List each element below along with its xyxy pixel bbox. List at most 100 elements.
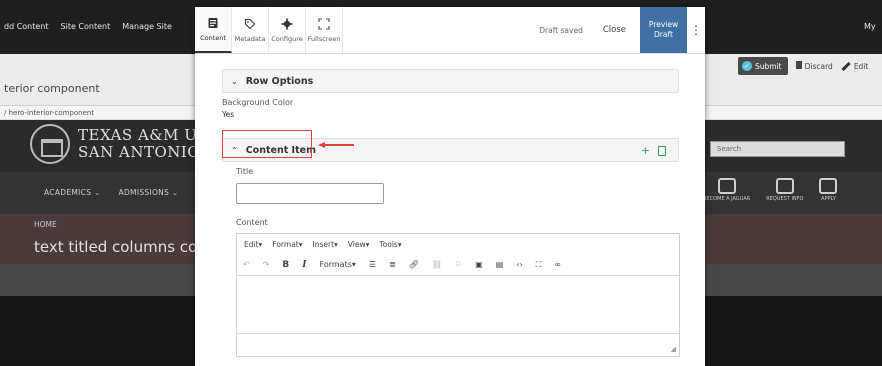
university-logo[interactable]: TEXAS A&M U SAN ANTONIO <box>30 124 200 164</box>
tab-configure-label: Configure <box>271 34 303 43</box>
tab-content-label: Content <box>200 33 226 42</box>
site-search-input[interactable]: Search <box>710 141 845 157</box>
site-nav-icons: BECOME A JAGUAR REQUEST INFO APPLY <box>703 178 838 202</box>
editor-toolbar: ↶ ↷ B I Formats ▾ ☰ ≣ 🔗︎ ⛓︎ ⚐ ▣ ▤ ‹› ⛶ ∞ <box>237 254 679 276</box>
nav-admissions[interactable]: ADMISSIONS ⌄ <box>119 188 179 197</box>
italic-icon[interactable]: I <box>302 260 306 270</box>
chevron-down-icon: ⌄ <box>231 76 238 86</box>
nav-academics-label: ACADEMICS <box>44 188 92 197</box>
preview-draft-button[interactable]: Preview Draft <box>640 7 687 53</box>
breadcrumb-home[interactable]: HOME <box>34 220 57 229</box>
menu-site-content[interactable]: Site Content <box>61 22 111 31</box>
tab-fullscreen-label: Fullscreen <box>307 34 341 43</box>
row-options-header[interactable]: ⌄ Row Options <box>222 69 679 93</box>
logo-line-1: TEXAS A&M U <box>78 126 198 144</box>
editor-body[interactable] <box>237 276 679 334</box>
editor-menu-tools-label: Tools <box>379 239 398 249</box>
component-title: terior component <box>4 82 100 95</box>
row-options-label: Row Options <box>245 75 314 87</box>
tab-configure[interactable]: Configure <box>269 7 306 53</box>
nav-apply-label: APPLY <box>821 196 836 202</box>
nav-become-jaguar[interactable]: BECOME A JAGUAR <box>703 178 750 202</box>
building-icon <box>775 178 794 194</box>
user-menu[interactable]: My <box>864 22 876 31</box>
editor-menu-insert[interactable]: Insert▾ <box>313 240 338 249</box>
title-input[interactable] <box>236 183 384 204</box>
content-icon <box>208 17 218 28</box>
numbered-list-icon[interactable]: ≣ <box>389 260 396 269</box>
embed-icon[interactable]: ∞ <box>554 260 561 269</box>
chevron-down-icon: ⌄ <box>171 188 179 197</box>
rich-text-editor: Edit▾ Format▾ Insert▾ View▾ Tools▾ ↶ ↷ B… <box>236 233 680 357</box>
discard-button[interactable]: Discard <box>795 61 833 71</box>
editor-statusbar: ◢ <box>237 334 679 356</box>
add-item-icon[interactable]: + <box>641 144 650 157</box>
tag-icon <box>244 18 256 29</box>
anchor-icon[interactable]: ⚐ <box>455 260 462 269</box>
editor-menu-insert-label: Insert <box>312 239 335 249</box>
edit-button[interactable]: Edit <box>841 61 869 72</box>
undo-icon[interactable]: ↶ <box>243 260 250 269</box>
tab-content[interactable]: Content <box>195 7 232 53</box>
nav-admissions-label: ADMISSIONS <box>118 188 170 197</box>
component-path: / hero-interior-component <box>0 106 200 120</box>
path-row-right <box>700 106 882 120</box>
code-icon[interactable]: ‹› <box>516 260 522 269</box>
fullscreen-icon <box>318 17 330 30</box>
editor-menu-format-label: Format <box>272 239 299 249</box>
hero-title: text titled columns co <box>34 238 198 256</box>
submit-label: Submit <box>755 61 782 71</box>
title-label: Title <box>236 167 254 176</box>
seal-icon <box>30 124 70 164</box>
preview-label-line-1: Preview <box>648 20 679 29</box>
resize-handle-icon[interactable]: ◢ <box>671 345 676 353</box>
jaguar-icon <box>717 178 736 194</box>
bullet-list-icon[interactable]: ☰ <box>369 260 376 269</box>
trash-icon <box>795 61 802 69</box>
menu-manage-site[interactable]: Manage Site <box>122 22 172 31</box>
site-nav-items: ACADEMICS ⌄ ADMISSIONS ⌄ <box>44 188 178 197</box>
fullscreen-editor-icon[interactable]: ⛶ <box>536 260 542 270</box>
tab-metadata[interactable]: Metadata <box>232 7 269 53</box>
formats-label: Formats <box>319 260 352 269</box>
editor-menubar: Edit▾ Format▾ Insert▾ View▾ Tools▾ <box>237 234 679 254</box>
editor-menu-view[interactable]: View▾ <box>348 240 370 249</box>
link-icon[interactable]: 🔗︎ <box>409 260 419 269</box>
chevron-down-icon: ⌄ <box>93 188 101 197</box>
tab-fullscreen[interactable]: Fullscreen <box>306 7 343 53</box>
image-icon[interactable]: ▣ <box>475 260 483 269</box>
menu-add-content[interactable]: dd Content <box>4 22 49 31</box>
submit-button[interactable]: ✓ Submit <box>738 57 788 75</box>
graduation-cap-icon <box>819 178 838 194</box>
editor-menu-tools[interactable]: Tools▾ <box>379 240 401 249</box>
cms-menu: dd Content Site Content Manage Site <box>4 22 172 31</box>
unlink-icon[interactable]: ⛓︎ <box>432 260 442 269</box>
background-color-label: Background Color <box>222 98 294 107</box>
media-icon[interactable]: ▤ <box>496 260 504 269</box>
draft-status: Draft saved <box>539 25 583 35</box>
discard-label: Discard <box>804 62 833 71</box>
content-label: Content <box>236 218 268 227</box>
annotation-highlight-box <box>222 130 312 158</box>
close-button[interactable]: Close <box>603 25 626 35</box>
pencil-icon <box>841 61 851 72</box>
more-options-icon[interactable]: ⋮ <box>687 7 705 53</box>
editor-menu-view-label: View <box>347 239 366 249</box>
nav-request-info-label: REQUEST INFO <box>766 196 804 202</box>
panel-toolbar: Content Metadata Configure Fullscreen Dr… <box>195 7 705 54</box>
annotation-arrow-line <box>324 144 354 146</box>
background-color-value: Yes <box>222 110 235 119</box>
edit-label: Edit <box>853 61 869 71</box>
nav-academics[interactable]: ACADEMICS ⌄ <box>44 188 101 197</box>
gear-icon <box>281 18 293 29</box>
copy-icon[interactable] <box>658 146 666 156</box>
editor-menu-edit[interactable]: Edit▾ <box>244 240 262 249</box>
bold-icon[interactable]: B <box>282 260 289 270</box>
tab-metadata-label: Metadata <box>234 34 266 43</box>
formats-dropdown[interactable]: Formats ▾ <box>320 260 356 269</box>
nav-request-info[interactable]: REQUEST INFO <box>766 178 803 202</box>
preview-label-line-2: Draft <box>654 30 673 39</box>
nav-apply[interactable]: APPLY <box>819 178 838 202</box>
editor-menu-format[interactable]: Format▾ <box>272 240 302 249</box>
redo-icon[interactable]: ↷ <box>263 260 270 269</box>
